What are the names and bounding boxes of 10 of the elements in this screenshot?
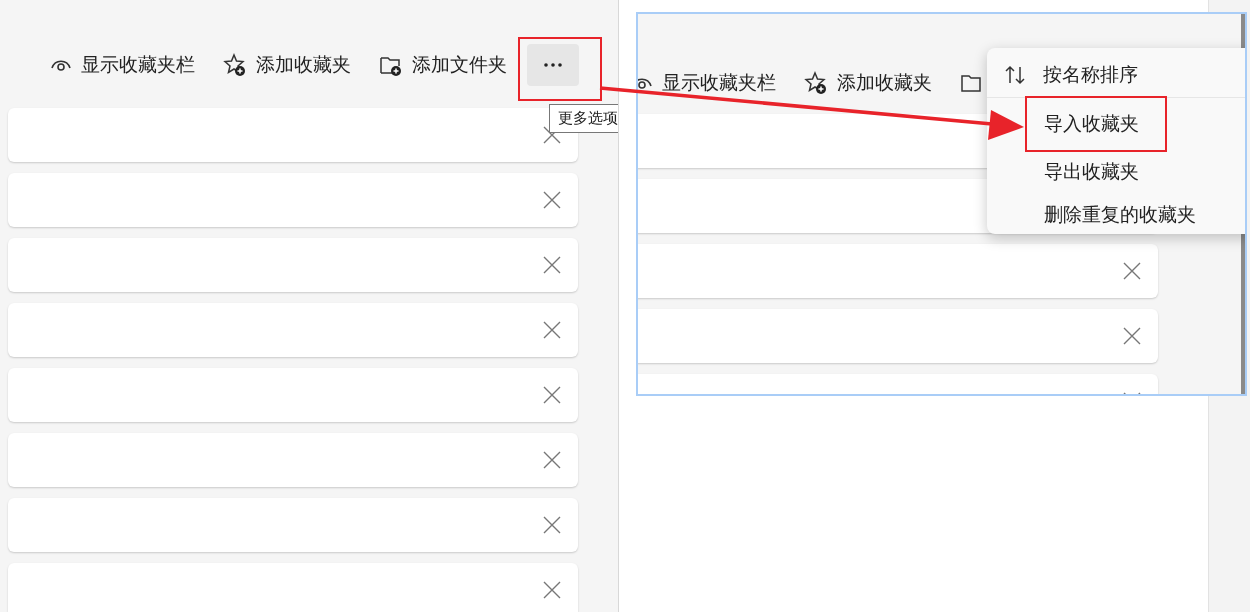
show-favorites-bar-button[interactable]: 显示收藏夹栏 [50, 52, 195, 78]
add-favorite-button[interactable]: 添加收藏夹 [804, 70, 932, 96]
menu-item[interactable]: 删除重复的收藏夹 [987, 193, 1212, 236]
show-favorites-bar-button[interactable]: 显示收藏夹栏 [638, 70, 776, 96]
add-folder-button[interactable]: 添加文件夹 [379, 52, 507, 78]
add-favorite-button[interactable]: 添加收藏夹 [223, 52, 351, 78]
sort-by-name-item[interactable]: 按名称排序 [987, 52, 1245, 98]
menu-item[interactable]: 导出收藏夹 [987, 150, 1155, 193]
menu-item[interactable]: 导入收藏夹 [1027, 98, 1165, 150]
tooltip: 更多选项 [549, 104, 618, 133]
